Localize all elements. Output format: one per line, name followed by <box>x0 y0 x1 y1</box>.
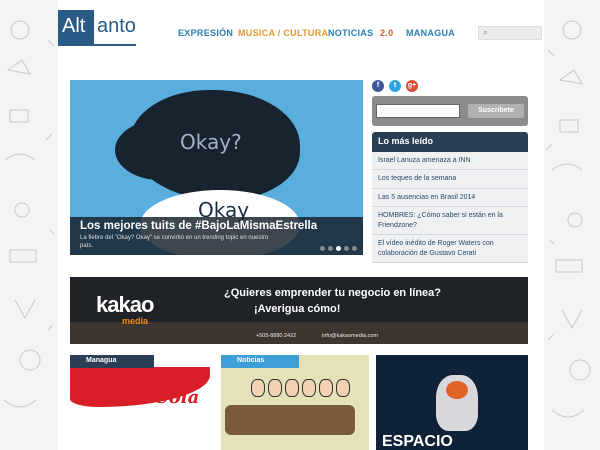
article-card-espacio[interactable]: ESPACIO <box>376 355 528 450</box>
most-read-item[interactable]: Los teques de la semana <box>372 170 528 189</box>
card-image-text: ESPACIO <box>382 433 453 450</box>
coca-cola-logo: Coca-Cola <box>98 387 200 408</box>
slider-dot[interactable] <box>344 246 349 251</box>
facebook-icon[interactable]: f <box>372 80 384 92</box>
astronaut-visor <box>446 381 468 399</box>
nav-item-managua[interactable]: MANAGUA <box>406 28 455 38</box>
kakao-media-banner[interactable]: kakao media ¿Quieres emprender tu negoci… <box>70 277 528 344</box>
banner-brand: kakao <box>96 292 154 317</box>
site-logo[interactable]: Alt anto <box>58 10 136 46</box>
search-input[interactable]: ⌕ <box>478 26 542 40</box>
slider-dot[interactable] <box>328 246 333 251</box>
featured-slider[interactable]: Okay? Okay Los mejores tuits de #BajoLaM… <box>70 80 363 255</box>
category-tag[interactable]: Noticias <box>221 355 299 368</box>
nav-item-2-0[interactable]: 2.0 <box>380 28 393 38</box>
email-field[interactable] <box>376 104 460 118</box>
slider-dots <box>320 246 357 251</box>
logo-alt: Alt <box>58 10 94 46</box>
banner-subheadline: ¡Averigua cómo! <box>254 303 341 315</box>
slider-dot[interactable] <box>352 246 357 251</box>
search-icon: ⌕ <box>483 27 489 37</box>
slider-summary: La fiebre del "Okay? Okay" se convirtió … <box>80 235 269 249</box>
most-read-item[interactable]: El vídeo inédito de Roger Waters con col… <box>372 235 528 264</box>
most-read-item[interactable]: HOMBRES: ¿Cómo saber si están en la Frie… <box>372 207 528 236</box>
social-links: f t g+ <box>372 80 418 92</box>
most-read-item[interactable]: Israel Lanuza amenaza a INN <box>372 152 528 171</box>
slider-dot[interactable] <box>336 246 341 251</box>
banner-email: info@kakaomedia.com <box>322 333 379 339</box>
slider-image-text-top: Okay? <box>180 130 242 154</box>
banner-phone: +505-8880 2422 <box>256 333 297 339</box>
slider-dot[interactable] <box>320 246 325 251</box>
twitter-icon[interactable]: t <box>389 80 401 92</box>
subscribe-box: Suscribete <box>372 96 528 126</box>
nav-item-noticias[interactable]: NOTICIAS <box>328 28 373 38</box>
most-read-item[interactable]: Las 5 ausencias en Brasil 2014 <box>372 188 528 208</box>
page-container: Alt anto EXPRESIÓN MUSICA / CULTURA NOTI… <box>58 0 544 450</box>
most-read-title: Lo más leído <box>372 132 528 152</box>
category-tag[interactable]: Managua <box>70 355 154 368</box>
cartoon-sofa <box>225 405 355 435</box>
banner-brand-sub: media <box>122 316 149 326</box>
cartoon-characters <box>251 379 350 397</box>
subscribe-button[interactable]: Suscribete <box>468 104 524 118</box>
most-read-widget: Lo más leído Israel Lanuza amenaza a INN… <box>372 132 528 264</box>
article-card-managua[interactable]: Managua Coca-Cola <box>70 355 218 450</box>
nav-item-expresion[interactable]: EXPRESIÓN <box>178 28 233 38</box>
article-card-noticias[interactable]: Noticias <box>221 355 369 450</box>
google-plus-icon[interactable]: g+ <box>406 80 418 92</box>
logo-anto: anto <box>94 10 136 46</box>
nav-item-musica-cultura[interactable]: MUSICA / CULTURA <box>238 28 328 38</box>
banner-headline: ¿Quieres emprender tu negocio en línea? <box>224 287 441 299</box>
slider-title[interactable]: Los mejores tuits de #BajoLaMismaEstrell… <box>80 220 353 232</box>
